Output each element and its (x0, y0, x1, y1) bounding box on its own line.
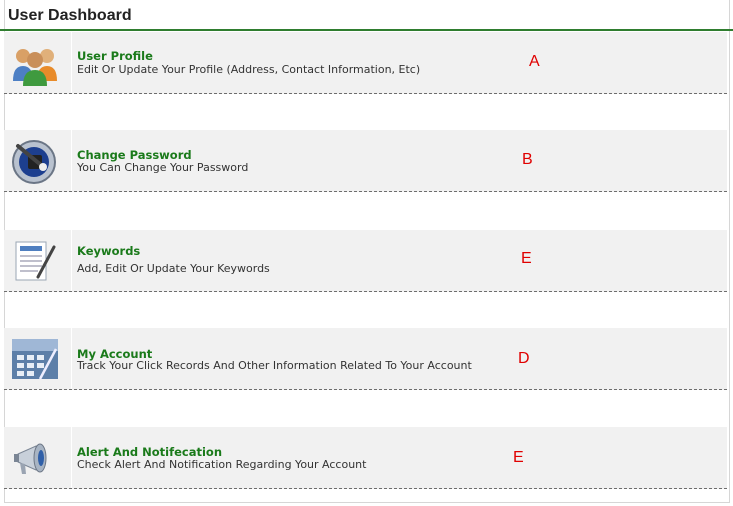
item-marker: A (529, 53, 540, 70)
list-item-user-profile[interactable]: User Profile Edit Or Update Your Profile… (4, 32, 727, 94)
item-marker: E (521, 250, 532, 267)
megaphone-icon (4, 427, 72, 488)
alert-notification-description: Check Alert And Notification Regarding Y… (77, 458, 367, 471)
user-profile-link[interactable]: User Profile (77, 49, 153, 63)
title-divider (0, 29, 733, 31)
alert-notification-link[interactable]: Alert And Notifecation (77, 445, 222, 459)
item-marker: D (518, 350, 530, 367)
users-icon (4, 32, 72, 93)
change-password-description: You Can Change Your Password (77, 161, 249, 174)
list-item-alert-notification[interactable]: Alert And Notifecation Check Alert And N… (4, 427, 727, 489)
item-marker: E (513, 449, 524, 466)
my-account-description: Track Your Click Records And Other Infor… (77, 359, 472, 372)
keywords-link[interactable]: Keywords (77, 244, 140, 258)
keywords-description: Add, Edit Or Update Your Keywords (77, 262, 270, 275)
page-title: User Dashboard (8, 7, 132, 24)
item-marker: B (522, 151, 533, 168)
change-password-link[interactable]: Change Password (77, 148, 192, 162)
list-item-change-password[interactable]: Change Password You Can Change Your Pass… (4, 130, 727, 192)
user-profile-description: Edit Or Update Your Profile (Address, Co… (77, 63, 421, 76)
calculator-icon (4, 328, 72, 389)
list-item-my-account[interactable]: My Account Track Your Click Records And … (4, 328, 727, 390)
lock-icon (4, 130, 72, 191)
list-item-keywords[interactable]: Keywords Add, Edit Or Update Your Keywor… (4, 230, 727, 292)
document-pencil-icon (4, 230, 72, 291)
